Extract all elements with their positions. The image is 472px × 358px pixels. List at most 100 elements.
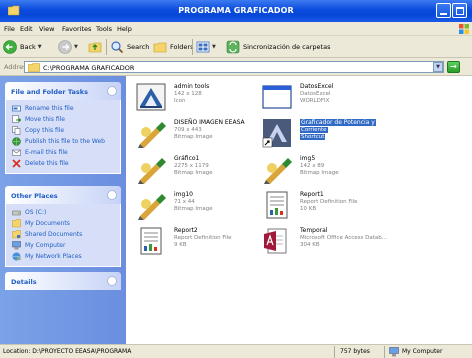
rename-file-task[interactable]: Rename this file [12,103,116,114]
delete-icon [12,159,21,168]
back-button[interactable]: Back ▼ [3,39,42,55]
file-name: img5 [300,155,316,162]
file-type: Shortcut [300,134,326,140]
file-type: Icon [174,98,186,104]
search-button[interactable]: Search [110,39,149,55]
other-places-header[interactable]: Other Places [5,186,121,204]
toolbar-separator [106,39,107,55]
place-label: My Computer [25,242,66,249]
file-detail: Corriente [300,127,328,133]
expand-chevron-icon[interactable] [107,276,117,286]
file-item-graficador-shortcut[interactable]: Graficador de Potencia y Corriente Short… [254,116,424,152]
file-detail: 71 x 44 [174,199,195,205]
place-os-drive[interactable]: OS (C:) [12,207,116,218]
task-label: Move this file [25,116,65,123]
sync-button[interactable]: Sincronización de carpetas [226,39,330,55]
file-name: Report2 [174,227,198,234]
chevron-down-icon[interactable]: ▼ [212,44,216,50]
file-type: WORLDFIX [300,98,330,104]
menu-file[interactable]: File [4,25,15,33]
menu-bar: File Edit View Favorites Tools Help [0,22,472,36]
file-type: 9 KB [174,242,187,248]
task-pane: File and Folder Tasks Rename this file M… [0,76,126,344]
file-item-datosexcel[interactable]: DatosExcel DatosExcel WORLDFIX [254,80,424,116]
file-item-img5[interactable]: img5 142 x 89 Bitmap Image [254,152,424,188]
minimize-button[interactable] [436,3,451,18]
search-icon [111,41,124,54]
collapse-chevron-icon[interactable] [107,86,117,96]
status-separator [384,346,385,358]
menu-view[interactable]: View [39,25,54,33]
title-bar[interactable]: PROGRAMA GRAFICADOR [0,0,472,22]
address-path: C:\PROGRAMA GRAFICADOR [43,64,135,72]
address-input[interactable]: C:\PROGRAMA GRAFICADOR [24,61,444,73]
status-zone: My Computer [402,348,443,355]
window-title: PROGRAMA GRAFICADOR [178,6,294,15]
file-item-temporal[interactable]: Temporal Microsoft Office Access Datab..… [254,224,424,260]
forward-arrow-icon [58,40,72,54]
shared-documents-icon [12,230,21,239]
collapse-chevron-icon[interactable] [107,190,117,200]
chevron-down-icon[interactable]: ▼ [38,44,42,50]
views-icon [196,41,210,53]
place-label: My Documents [25,220,70,227]
file-name: DatosExcel [300,83,334,90]
views-button[interactable]: ▼ [196,39,216,55]
email-file-task[interactable]: E-mail this file [12,147,116,158]
copy-file-task[interactable]: Copy this file [12,125,116,136]
bitmap-icon [264,158,292,184]
place-label: OS (C:) [25,209,47,216]
folders-label: Folders [170,43,194,51]
file-name: img10 [174,191,193,198]
file-name: Gráfico1 [174,155,200,162]
file-detail: Microsoft Office Access Datab... [300,235,388,241]
bitmap-icon [138,194,166,220]
move-icon [12,115,21,123]
maximize-button[interactable] [452,3,467,18]
menu-tools[interactable]: Tools [96,25,112,33]
maximize-icon [456,7,464,15]
place-my-computer[interactable]: My Computer [12,240,116,251]
details-header[interactable]: Details [5,272,121,290]
chevron-down-icon[interactable]: ▼ [74,44,78,50]
windows-logo-icon [459,24,469,34]
publish-file-task[interactable]: Publish this file to the Web [12,136,116,147]
file-item-report1[interactable]: Report1 Report Definition File 10 KB [254,188,424,224]
menu-help[interactable]: Help [117,25,132,33]
file-detail: Report Definition File [300,199,358,205]
file-folder-tasks-header[interactable]: File and Folder Tasks [5,82,121,100]
place-label: My Network Places [25,253,82,260]
up-folder-button[interactable] [88,39,102,55]
address-dropdown-icon[interactable]: ▼ [433,62,443,72]
go-arrow-icon: → [450,62,457,71]
place-my-documents[interactable]: My Documents [12,218,116,229]
menu-favorites[interactable]: Favorites [62,25,91,33]
place-my-network-places[interactable]: My Network Places [12,251,116,262]
status-separator [334,346,335,358]
report-icon [140,227,162,255]
forward-button[interactable]: ▼ [58,39,78,55]
file-type: Bitmap Image [300,170,339,176]
search-label: Search [127,43,150,51]
file-type: Bitmap Image [174,206,213,212]
bitmap-icon [138,122,166,148]
up-folder-icon [88,42,102,53]
folders-button[interactable]: Folders [153,39,193,55]
drive-icon [12,210,21,216]
my-computer-icon [389,347,399,357]
delete-file-task[interactable]: Delete this file [12,158,116,169]
panel-title: File and Folder Tasks [11,88,88,96]
place-shared-documents[interactable]: Shared Documents [12,229,116,240]
my-computer-icon [12,241,21,250]
file-name: Report1 [300,191,324,198]
back-label: Back [20,43,36,51]
menu-edit[interactable]: Edit [20,25,33,33]
my-documents-icon [12,219,21,228]
task-label: Copy this file [25,127,65,134]
status-location: Location: D:\PROYECTO EEASA\PROGRAMA [3,348,132,355]
move-file-task[interactable]: Move this file [12,114,116,125]
go-button[interactable]: → [447,61,460,73]
file-type: 304 KB [300,242,320,248]
admin-tools-icon [136,83,166,111]
file-detail: Report Definition File [174,235,232,241]
